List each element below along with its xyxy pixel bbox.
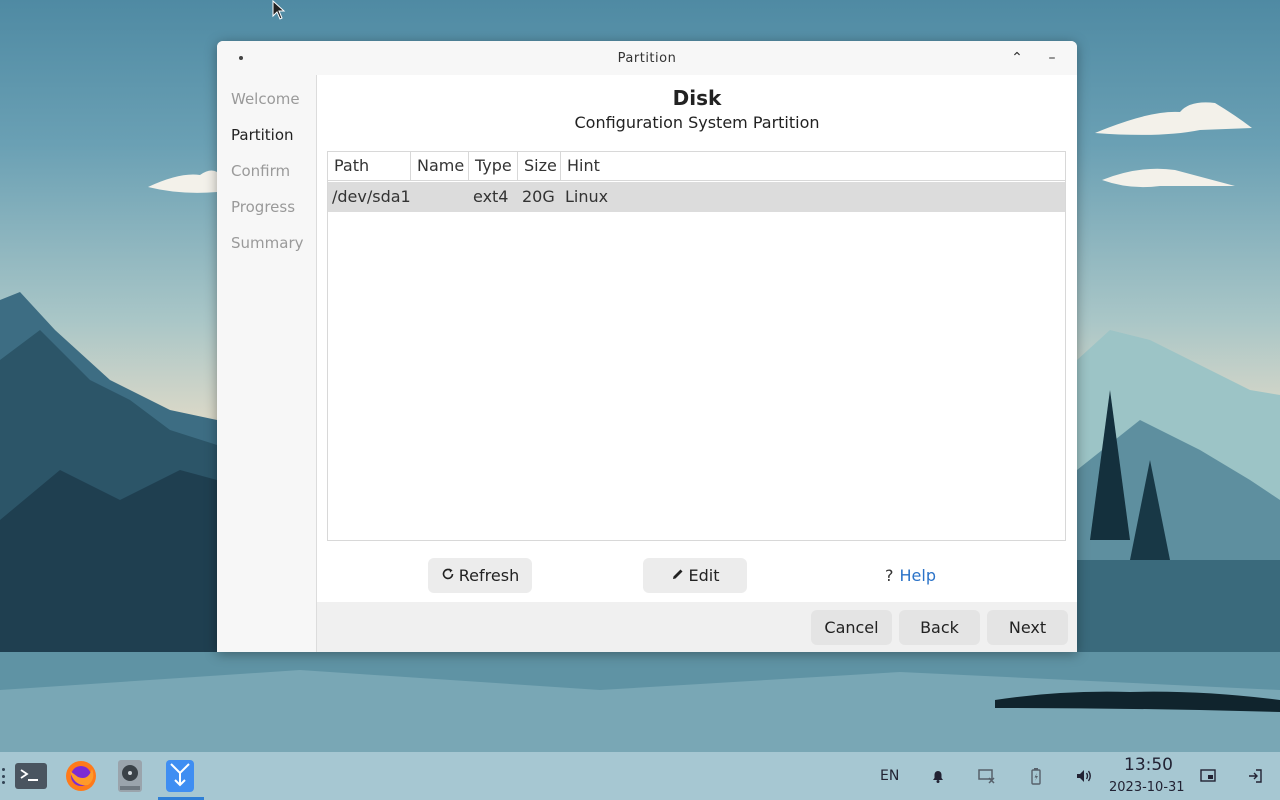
- table-actions: Refresh Edit ? Help: [317, 558, 1077, 594]
- language-indicator[interactable]: EN: [880, 768, 899, 784]
- taskbar-grip-icon[interactable]: [2, 768, 6, 784]
- taskbar: EN 13:50 2023-10-31: [0, 752, 1280, 800]
- volume-icon[interactable]: [1075, 767, 1093, 785]
- sidebar-item-progress[interactable]: Progress: [217, 189, 316, 225]
- back-button[interactable]: Back: [899, 610, 980, 645]
- disk-utility-icon[interactable]: [112, 758, 148, 794]
- network-disconnected-icon[interactable]: [978, 767, 996, 785]
- sidebar-item-welcome[interactable]: Welcome: [217, 81, 316, 117]
- wizard-footer: Cancel Back Next: [317, 602, 1077, 652]
- minimize-button[interactable]: –: [1042, 49, 1062, 67]
- installer-icon[interactable]: [162, 758, 198, 794]
- main-content: Disk Configuration System Partition Path…: [317, 75, 1077, 652]
- bell-icon[interactable]: [929, 767, 947, 785]
- cell-name: [411, 182, 469, 212]
- edit-button[interactable]: Edit: [643, 558, 747, 593]
- window-titlebar[interactable]: Partition ⌃ –: [217, 41, 1077, 75]
- cell-type: ext4: [473, 187, 509, 206]
- sidebar-item-partition[interactable]: Partition: [217, 117, 316, 153]
- page-subtitle: Configuration System Partition: [574, 113, 820, 132]
- question-icon: ?: [885, 566, 894, 585]
- column-header-name[interactable]: Name: [411, 152, 469, 180]
- window-title: Partition: [617, 50, 677, 66]
- cell-hint: Linux: [565, 187, 609, 206]
- partition-table[interactable]: Path Name Type Size Hint /dev/sda1 ext4 …: [327, 151, 1066, 541]
- table-header: Path Name Type Size Hint: [328, 152, 1065, 181]
- next-button[interactable]: Next: [987, 610, 1068, 645]
- cell-path: /dev/sda1: [332, 187, 411, 206]
- refresh-icon: [441, 566, 455, 585]
- cancel-button[interactable]: Cancel: [811, 610, 892, 645]
- page-title: Disk: [672, 86, 722, 110]
- help-link[interactable]: ? Help: [885, 558, 936, 593]
- sidebar-item-summary[interactable]: Summary: [217, 225, 316, 261]
- firefox-icon[interactable]: [63, 758, 99, 794]
- column-header-type[interactable]: Type: [469, 152, 518, 180]
- installer-window: Partition ⌃ – Welcome Partition Confirm …: [217, 41, 1077, 652]
- clock-date[interactable]: 2023-10-31: [1109, 780, 1185, 795]
- column-header-path[interactable]: Path: [328, 152, 411, 180]
- column-header-hint[interactable]: Hint: [561, 152, 1065, 180]
- steps-sidebar: Welcome Partition Confirm Progress Summa…: [217, 75, 317, 652]
- terminal-icon[interactable]: [13, 758, 49, 794]
- refresh-label: Refresh: [458, 566, 520, 585]
- cell-size: 20G: [522, 187, 555, 206]
- battery-charging-icon[interactable]: [1027, 767, 1045, 785]
- refresh-button[interactable]: Refresh: [428, 558, 532, 593]
- column-header-size[interactable]: Size: [518, 152, 561, 180]
- clock-time[interactable]: 13:50: [1124, 755, 1173, 775]
- maximize-button[interactable]: ⌃: [1007, 49, 1027, 67]
- sidebar-item-confirm[interactable]: Confirm: [217, 153, 316, 189]
- mouse-cursor-icon: [272, 0, 286, 24]
- edit-label: Edit: [688, 566, 720, 585]
- logout-icon[interactable]: [1246, 767, 1264, 785]
- show-desktop-icon[interactable]: [1199, 767, 1217, 785]
- help-label: Help: [899, 566, 936, 585]
- pencil-icon: [671, 566, 685, 585]
- table-row[interactable]: /dev/sda1 ext4 20G Linux: [328, 182, 1065, 212]
- window-menu-icon[interactable]: [239, 56, 243, 60]
